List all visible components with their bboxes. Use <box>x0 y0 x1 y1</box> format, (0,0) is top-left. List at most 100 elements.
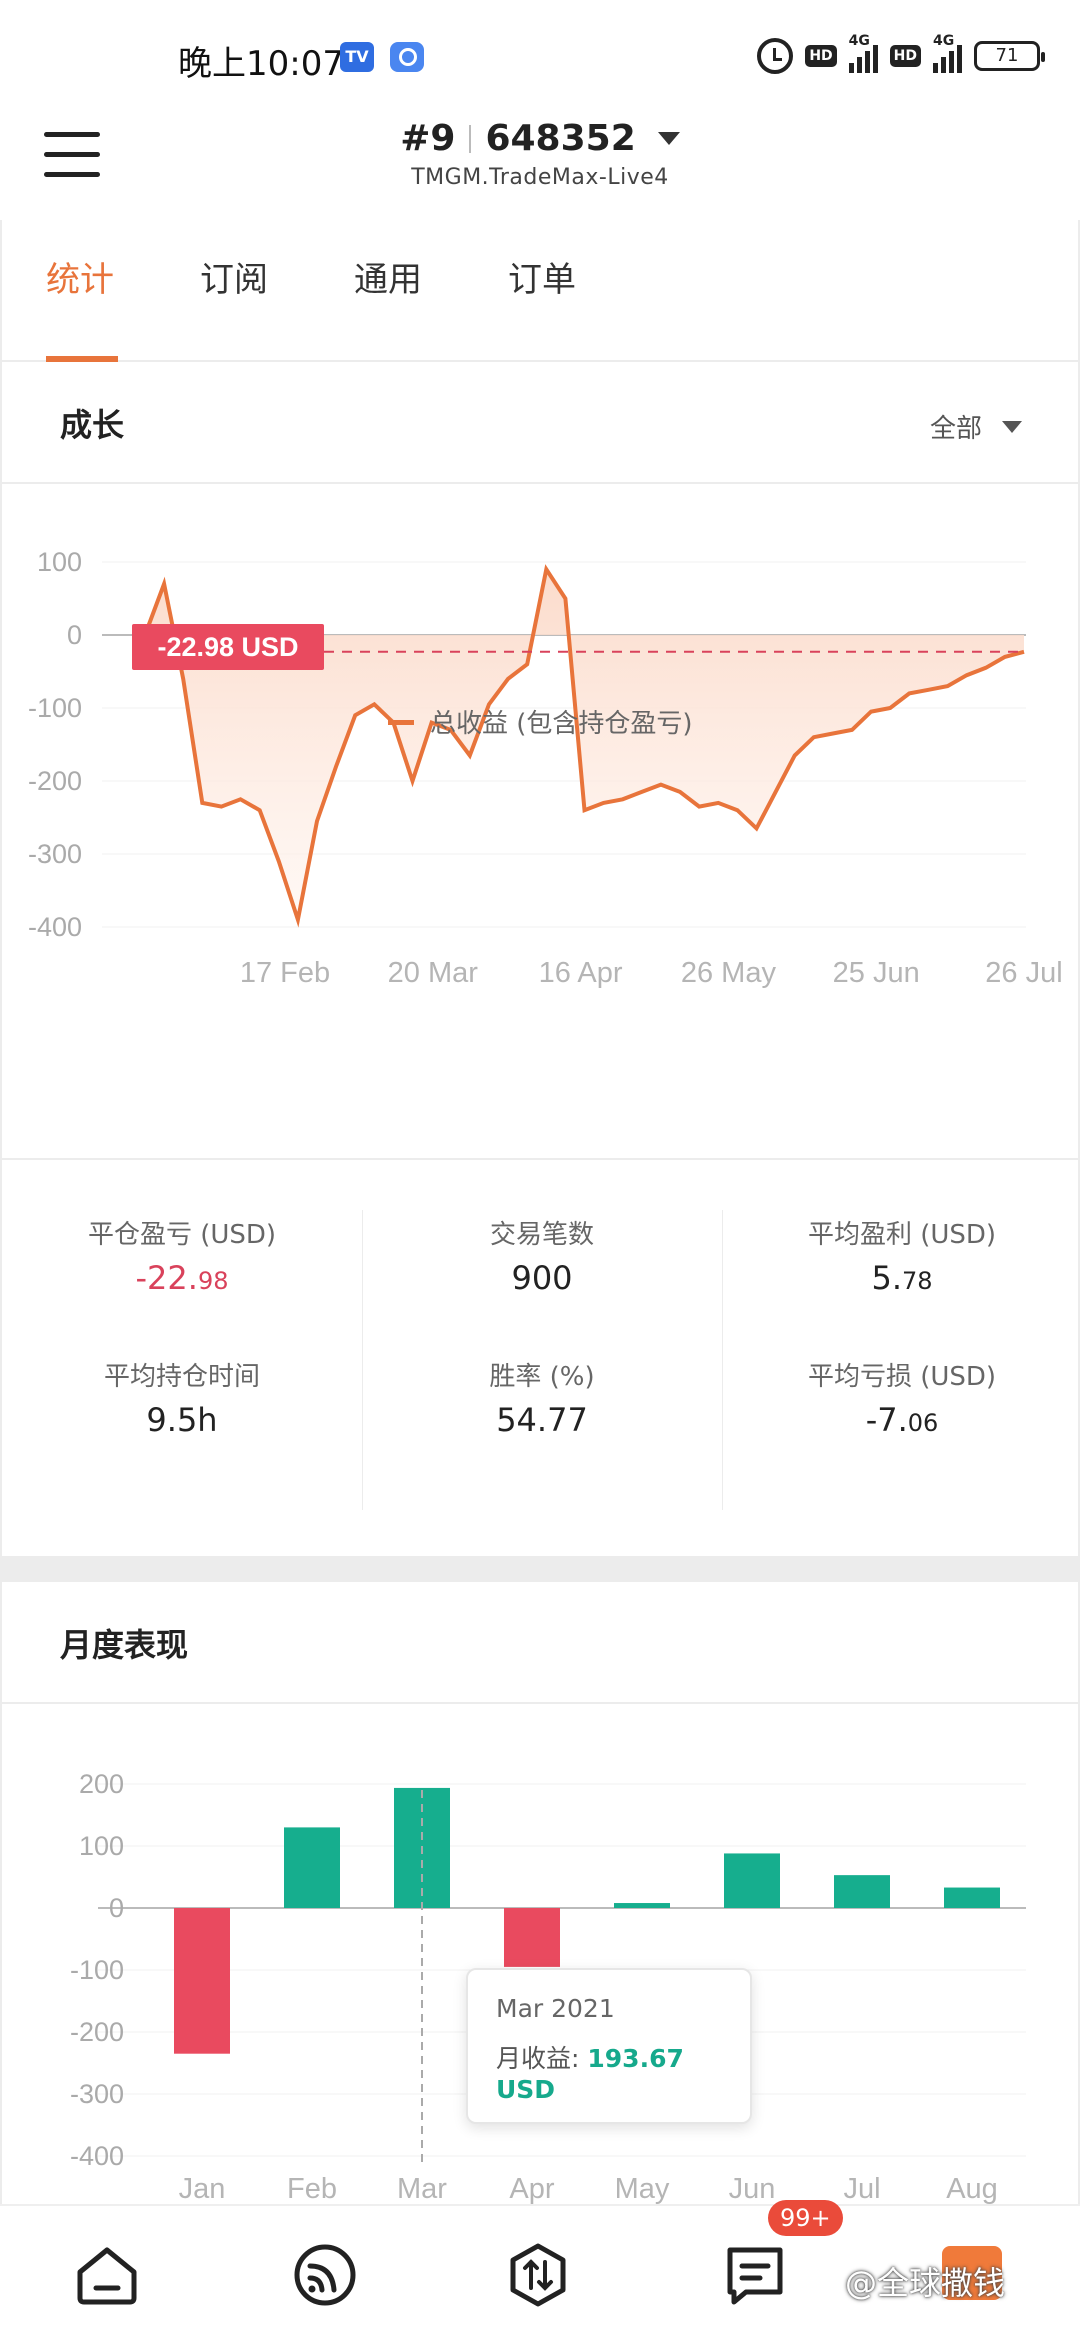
x-tick-label: 17 Feb <box>240 957 330 989</box>
growth-legend: 总收益 (包含持仓盈亏) <box>388 709 693 739</box>
stat-value: 900 <box>511 1259 573 1297</box>
range-filter[interactable]: 全部 <box>930 408 1022 445</box>
chevron-down-icon <box>1002 420 1022 433</box>
y-tick-label: 100 <box>79 1831 124 1861</box>
x-tick-label: 26 May <box>681 957 777 989</box>
tab-statistics[interactable]: 统计 <box>46 252 114 301</box>
signal-icon-2: 4G <box>933 33 962 73</box>
trade-icon[interactable] <box>503 2240 573 2310</box>
y-tick-label: -400 <box>70 2141 124 2171</box>
stat-label: 平仓盈亏 (USD) <box>87 1220 277 1250</box>
bar-jun <box>724 1853 780 1908</box>
current-value-tag: -22.98 USD <box>132 624 324 670</box>
x-tick-label: Mar <box>397 2173 447 2204</box>
stat-closed-pl: 平仓盈亏 (USD) -22.98 <box>2 1214 362 1297</box>
battery-icon: 71 <box>974 41 1045 71</box>
monthly-title: 月度表现 <box>60 1626 189 1664</box>
stat-label: 平均盈利 (USD) <box>807 1220 997 1250</box>
stat-label: 平均亏损 (USD) <box>807 1362 997 1392</box>
bar-feb <box>284 1827 340 1908</box>
signal-icon: 4G <box>848 33 878 73</box>
y-tick-label: 0 <box>67 620 82 650</box>
section-separator <box>0 1556 1080 1582</box>
tradingview-icon: TV <box>340 42 374 72</box>
x-tick-label: 25 Jun <box>833 957 920 989</box>
legend-label: 总收益 (包含持仓盈亏) <box>430 709 693 739</box>
x-tick-label: Jan <box>179 2173 226 2204</box>
stat-label: 胜率 (%) <box>489 1362 595 1392</box>
x-tick-label: 20 Mar <box>388 957 479 989</box>
bar-jul <box>834 1875 890 1908</box>
legend-swatch <box>388 720 414 725</box>
stat-value: 54.77 <box>496 1401 588 1439</box>
monthly-chart: 200 100 0 -100 -200 -300 -400 Jan Feb Mar Apr May J… <box>0 1704 1080 2205</box>
x-tick-label: Feb <box>287 2173 337 2204</box>
monthly-chart-svg: 200 100 0 -100 -200 -300 -400 Jan Feb Mar Apr May J… <box>70 1769 1026 2205</box>
unread-badge: 99+ <box>768 2200 843 2236</box>
stat-label: 平均持仓时间 <box>103 1362 260 1392</box>
hd-icon-2: HD <box>889 45 921 67</box>
stat-avg-loss: 平均亏损 (USD) -7.06 <box>722 1356 1080 1439</box>
stat-value: 9.5h <box>146 1401 218 1439</box>
account-number: #9 <box>400 118 456 159</box>
y-tick-label: 100 <box>37 547 82 577</box>
stat-label: 交易笔数 <box>489 1220 594 1250</box>
bar-apr <box>504 1908 560 1967</box>
status-icons: HD 4G HD 4G 71 <box>757 33 1045 76</box>
x-tick-label: Apr <box>509 2173 554 2204</box>
y-tick-label: -200 <box>28 766 82 796</box>
bar-jan <box>174 1908 230 2054</box>
divider <box>469 124 472 153</box>
tooltip-row: 月收益: 193.67 USD <box>496 2044 684 2104</box>
tab-general[interactable]: 通用 <box>354 252 422 301</box>
signals-icon[interactable] <box>290 2240 360 2310</box>
tab-subscribe[interactable]: 订阅 <box>200 252 268 301</box>
y-tick-label: 200 <box>79 1769 124 1799</box>
account-id: 648352 <box>485 118 636 159</box>
bar-aug <box>944 1887 1000 1908</box>
x-tick-label: Jun <box>729 2173 776 2204</box>
alarm-icon <box>757 38 794 74</box>
stat-hold-time: 平均持仓时间 9.5h <box>2 1356 362 1439</box>
x-tick-label: 26 Jul <box>985 957 1062 989</box>
y-tick-label: -200 <box>70 2017 124 2047</box>
growth-header: 成长 全部 <box>0 362 1080 484</box>
watermark: @全球撒钱 <box>845 2264 1006 2302</box>
app-header: #9 648352 TMGM.TradeMax-Live4 <box>0 110 1080 220</box>
hd-icon: HD <box>805 45 837 67</box>
growth-area <box>145 569 1024 920</box>
x-tick-label: 16 Apr <box>539 957 623 989</box>
status-time: 晚上10:07 <box>178 44 344 84</box>
chevron-down-icon[interactable] <box>657 132 680 145</box>
notification-app-icon <box>390 42 424 72</box>
monthly-tooltip: Mar 2021 月收益: 193.67 USD <box>466 1968 752 2124</box>
stats-panel: 平仓盈亏 (USD) -22.98 交易笔数 900 平均盈利 (USD) 5.… <box>0 1158 1080 1558</box>
y-tick-label: -100 <box>28 693 82 723</box>
y-tick-label: -100 <box>70 1955 124 1985</box>
y-tick-label: 0 <box>109 1893 124 1923</box>
growth-title: 成长 <box>60 406 125 444</box>
messages-icon[interactable] <box>720 2240 790 2310</box>
bar-may <box>614 1903 670 1908</box>
stat-trades: 交易笔数 900 <box>362 1214 722 1297</box>
x-tick-label: Aug <box>946 2173 998 2204</box>
tab-orders[interactable]: 订单 <box>508 252 576 301</box>
growth-chart-svg: 100 0 -100 -200 -300 -400 17 Feb 20 Mar 16 Apr 2… <box>28 547 1063 989</box>
tooltip-title: Mar 2021 <box>496 1994 615 2023</box>
y-tick-label: -300 <box>70 2079 124 2109</box>
growth-chart: 100 0 -100 -200 -300 -400 17 Feb 20 Mar 16 Apr 2… <box>0 484 1080 1158</box>
account-server: TMGM.TradeMax-Live4 <box>411 165 669 190</box>
account-selector[interactable]: #9 648352 TMGM.TradeMax-Live4 <box>0 118 1080 190</box>
monthly-header: 月度表现 <box>0 1582 1080 1704</box>
current-value-label: -22.98 USD <box>157 632 298 662</box>
stat-value: -22.98 <box>135 1259 229 1297</box>
x-tick-label: May <box>615 2173 670 2204</box>
stat-value: 5.78 <box>871 1259 933 1297</box>
y-tick-label: -400 <box>28 912 82 942</box>
tab-bar: 统计 订阅 通用 订单 <box>0 220 1080 362</box>
home-icon[interactable] <box>72 2240 142 2310</box>
status-bar: 晚上10:07 TV HD 4G HD 4G 71 <box>0 0 1080 110</box>
stat-avg-profit: 平均盈利 (USD) 5.78 <box>722 1214 1080 1297</box>
stat-value: -7.06 <box>865 1401 939 1439</box>
bottom-nav: 99+ @全球撒钱 <box>0 2200 1080 2340</box>
